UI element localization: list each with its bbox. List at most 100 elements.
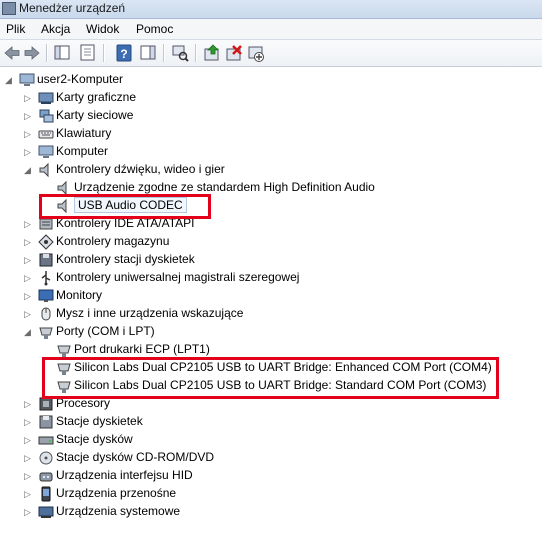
menu-pomoc[interactable]: Pomoc [136, 22, 173, 36]
display-adapter-icon [38, 90, 54, 106]
highlight-usb-audio [39, 194, 211, 219]
system-device-icon [38, 504, 54, 520]
window-title: Menedżer urządzeń [19, 1, 126, 15]
tree-item-label: Stacje dyskietek [56, 414, 143, 428]
tree-item-label: Klawiatury [56, 126, 112, 140]
forward-arrow-icon[interactable] [22, 43, 42, 63]
tree-category[interactable]: ▷ Mysz i inne urządzenia wskazujące [24, 305, 542, 323]
svg-text:?: ? [120, 47, 127, 61]
disable-icon[interactable] [246, 43, 266, 63]
highlight-com-ports [42, 357, 499, 399]
toolbar-separator [103, 44, 105, 62]
expander-collapsed-icon[interactable]: ▷ [24, 93, 32, 103]
tree-item-label: Monitory [56, 288, 103, 302]
port-icon [56, 342, 72, 358]
keyboard-icon [38, 126, 54, 142]
expander-collapsed-icon[interactable]: ▷ [24, 273, 32, 283]
expander-collapsed-icon[interactable]: ▷ [24, 489, 32, 499]
expander-collapsed-icon[interactable]: ▷ [24, 291, 32, 301]
speaker-icon [38, 162, 54, 178]
tree-category[interactable]: ▷ Urządzenia interfejsu HID [24, 467, 542, 485]
device-tree: ◢ user2-Komputer ▷ Karty graficzne ▷ Karty … [0, 67, 542, 540]
toolbar-separator [163, 44, 165, 62]
cdrom-icon [38, 450, 54, 466]
expander-collapsed-icon[interactable]: ▷ [24, 255, 32, 265]
expander-expanded-icon[interactable]: ◢ [5, 75, 13, 85]
tree-category[interactable]: ▷ Stacje dysków [24, 431, 542, 449]
expander-collapsed-icon[interactable]: ▷ [24, 237, 32, 247]
menu-plik[interactable]: Plik [6, 22, 25, 36]
expander-collapsed-icon[interactable]: ▷ [24, 111, 32, 121]
tree-category[interactable]: ◢ Porty (COM i LPT) [24, 323, 542, 341]
tree-category[interactable]: ▷ Komputer [24, 143, 542, 161]
tree-category[interactable]: ▷ Karty graficzne [24, 89, 542, 107]
tree-category[interactable]: ▷ Karty sieciowe [24, 107, 542, 125]
computer-icon [38, 144, 54, 160]
tree-category[interactable]: ▷ Urządzenia przenośne [24, 485, 542, 503]
expander-collapsed-icon[interactable]: ▷ [24, 453, 32, 463]
tree-item-label: Karty graficzne [56, 90, 137, 104]
tree-item-label: Urządzenia systemowe [56, 504, 181, 518]
menu-akcja[interactable]: Akcja [41, 22, 70, 36]
title-bar: Menedżer urządzeń [0, 0, 542, 19]
help-icon[interactable]: ? [114, 43, 134, 63]
action-pane-icon[interactable] [138, 43, 158, 63]
expander-collapsed-icon[interactable]: ▷ [24, 129, 32, 139]
tree-item-label: Urządzenia interfejsu HID [56, 468, 193, 482]
floppy-drive-icon [38, 414, 54, 430]
floppy-controller-icon [38, 252, 54, 268]
menu-widok[interactable]: Widok [86, 22, 119, 36]
tree-item-label: Mysz i inne urządzenia wskazujące [56, 306, 244, 320]
tree-category[interactable]: ▷ Kontrolery uniwersalnej magistrali szer… [24, 269, 542, 287]
tree-category[interactable]: ▷ Monitory [24, 287, 542, 305]
tree-item-label: Kontrolery magazynu [56, 234, 170, 248]
menu-bar: Plik Akcja Widok Pomoc [0, 19, 542, 40]
root-label: user2-Komputer [37, 72, 124, 86]
expander-collapsed-icon[interactable]: ▷ [24, 309, 32, 319]
tree-item-label: Urządzenie zgodne ze standardem High Def… [74, 180, 375, 194]
tree-category[interactable]: ▷ Kontrolery magazynu [24, 233, 542, 251]
tree-item-label: Kontrolery dźwięku, wideo i gier [56, 162, 225, 176]
hid-icon [38, 468, 54, 484]
tree-item-label: Komputer [56, 144, 109, 158]
tree-item-label: Porty (COM i LPT) [56, 324, 155, 338]
computer-icon [19, 72, 35, 88]
tree-category[interactable]: ▷ Kontrolery stacji dyskietek [24, 251, 542, 269]
tree-item-label: Kontrolery uniwersalnej magistrali szere… [56, 270, 300, 284]
scan-hardware-icon[interactable] [170, 43, 190, 63]
update-driver-icon[interactable] [202, 43, 222, 63]
expander-collapsed-icon[interactable]: ▷ [24, 471, 32, 481]
tree-category[interactable]: ▷ Stacje dyskietek [24, 413, 542, 431]
uninstall-icon[interactable] [224, 43, 244, 63]
expander-expanded-icon[interactable]: ◢ [24, 327, 32, 337]
expander-collapsed-icon[interactable]: ▷ [24, 435, 32, 445]
tree-category[interactable]: ◢ Kontrolery dźwięku, wideo i gier [24, 161, 542, 179]
expander-expanded-icon[interactable]: ◢ [24, 165, 32, 175]
tree-item-label: Urządzenia przenośne [56, 486, 177, 500]
portable-device-icon [38, 486, 54, 502]
expander-collapsed-icon[interactable]: ▷ [24, 147, 32, 157]
tree-item-label: Port drukarki ECP (LPT1) [74, 342, 210, 356]
expander-collapsed-icon[interactable]: ▷ [24, 507, 32, 517]
device-manager-icon [2, 2, 16, 15]
tree-item-label: Karty sieciowe [56, 108, 134, 122]
network-adapter-icon [38, 108, 54, 124]
monitor-icon [38, 288, 54, 304]
tree-item-label: Stacje dysków CD-ROM/DVD [56, 450, 215, 464]
toolbar-separator [46, 44, 48, 62]
console-tree-icon[interactable] [52, 43, 72, 63]
tree-category[interactable]: ▷ Urządzenia systemowe [24, 503, 542, 521]
toolbar-separator [195, 44, 197, 62]
tree-category[interactable]: ▷ Klawiatury [24, 125, 542, 143]
storage-controller-icon [38, 234, 54, 250]
tree-category[interactable]: ▷ Stacje dysków CD-ROM/DVD [24, 449, 542, 467]
expander-collapsed-icon[interactable]: ▷ [24, 219, 32, 229]
expander-collapsed-icon[interactable]: ▷ [24, 417, 32, 427]
back-arrow-icon[interactable] [2, 43, 22, 63]
properties-icon[interactable] [78, 43, 98, 63]
mouse-icon [38, 306, 54, 322]
tree-root[interactable]: ◢ user2-Komputer [5, 71, 205, 89]
tree-item-label: Stacje dysków [56, 432, 133, 446]
tree-item-label: Kontrolery stacji dyskietek [56, 252, 195, 266]
expander-collapsed-icon[interactable]: ▷ [24, 399, 32, 409]
